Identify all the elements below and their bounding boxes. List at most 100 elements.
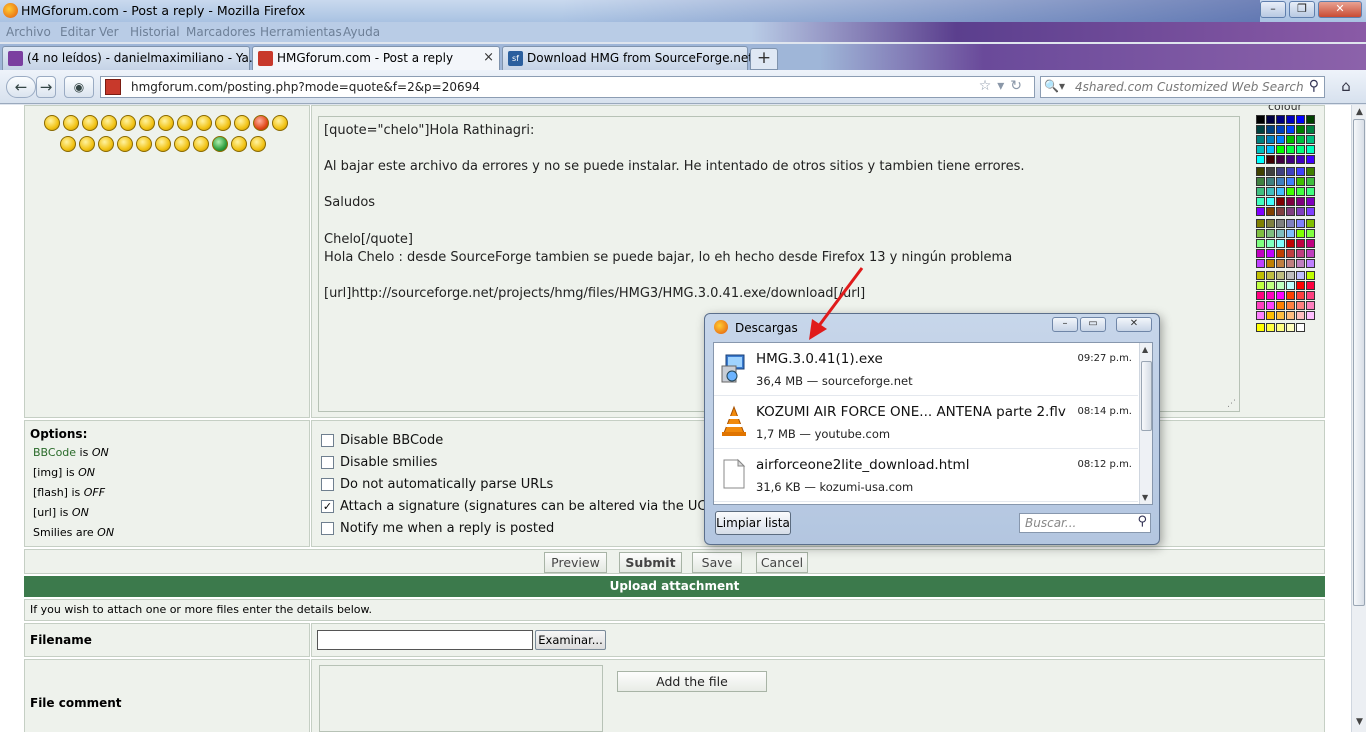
colour-swatch[interactable]	[1266, 249, 1275, 258]
colour-swatch[interactable]	[1276, 155, 1285, 164]
angry-smiley-icon[interactable]	[253, 115, 269, 131]
colour-swatch[interactable]	[1256, 167, 1265, 176]
colour-swatch[interactable]	[1306, 207, 1315, 216]
colour-swatch[interactable]	[1256, 187, 1265, 196]
colour-swatch[interactable]	[1276, 271, 1285, 280]
colour-swatch[interactable]	[1296, 187, 1305, 196]
colour-swatch[interactable]	[1296, 311, 1305, 320]
browse-button[interactable]: Examinar...	[535, 630, 606, 650]
colour-swatch[interactable]	[1266, 187, 1275, 196]
smiley-icon[interactable]	[63, 115, 79, 131]
colour-swatch[interactable]	[1276, 177, 1285, 186]
colour-swatch[interactable]	[1266, 145, 1275, 154]
colour-swatch[interactable]	[1286, 259, 1295, 268]
colour-swatch[interactable]	[1266, 167, 1275, 176]
bookmark-star-icon[interactable]: ☆▾↻	[979, 78, 1028, 94]
colour-swatch[interactable]	[1276, 323, 1285, 332]
colour-swatch[interactable]	[1266, 301, 1275, 310]
colour-swatch[interactable]	[1286, 187, 1295, 196]
green-smiley-icon[interactable]	[212, 136, 228, 152]
downloads-search-input[interactable]: Buscar... ⚲	[1019, 513, 1151, 533]
colour-swatch[interactable]	[1266, 323, 1275, 332]
submit-button[interactable]: Submit	[619, 552, 682, 573]
colour-swatch[interactable]	[1306, 259, 1315, 268]
download-item[interactable]: HMG.3.0.41(1).exe 36,4 MB — sourceforge.…	[714, 343, 1138, 396]
smiley-icon[interactable]	[215, 115, 231, 131]
colour-swatch[interactable]	[1306, 311, 1315, 320]
arrow-smiley-icon[interactable]	[174, 136, 190, 152]
colour-swatch[interactable]	[1296, 177, 1305, 186]
colour-swatch[interactable]	[1286, 167, 1295, 176]
smiley-icon[interactable]	[158, 115, 174, 131]
colour-swatch[interactable]	[1296, 155, 1305, 164]
smiley-icon[interactable]	[250, 136, 266, 152]
menu-ver[interactable]: Ver	[99, 25, 119, 39]
downloads-maximize-button[interactable]: ▭	[1080, 317, 1106, 332]
search-go-icon[interactable]: ⚲	[1309, 78, 1319, 94]
forward-button[interactable]: →	[36, 76, 56, 98]
download-item[interactable]: airforceone2lite_download.html 31,6 KB —…	[714, 449, 1138, 502]
colour-swatch[interactable]	[1256, 145, 1265, 154]
colour-swatch[interactable]	[1256, 239, 1265, 248]
file-comment-textarea[interactable]	[319, 665, 603, 732]
colour-swatch[interactable]	[1276, 197, 1285, 206]
colour-swatch[interactable]	[1266, 177, 1275, 186]
colour-swatch[interactable]	[1266, 219, 1275, 228]
colour-swatch[interactable]	[1296, 291, 1305, 300]
colour-swatch[interactable]	[1286, 291, 1295, 300]
smiley-icon[interactable]	[177, 115, 193, 131]
colour-swatch[interactable]	[1256, 197, 1265, 206]
new-tab-button[interactable]: +	[750, 48, 778, 70]
save-button[interactable]: Save	[692, 552, 742, 573]
colour-swatch[interactable]	[1306, 125, 1315, 134]
colour-swatch[interactable]	[1296, 197, 1305, 206]
downloads-list[interactable]: HMG.3.0.41(1).exe 36,4 MB — sourceforge.…	[713, 342, 1153, 505]
colour-swatch[interactable]	[1256, 291, 1265, 300]
colour-swatch[interactable]	[1286, 323, 1295, 332]
smiley-icon[interactable]	[231, 136, 247, 152]
colour-swatch[interactable]	[1286, 311, 1295, 320]
colour-swatch[interactable]	[1306, 291, 1315, 300]
menu-marcadores[interactable]: Marcadores	[186, 25, 256, 39]
menu-archivo[interactable]: Archivo	[6, 25, 51, 39]
url-bar[interactable]: hmgforum.com/posting.php?mode=quote&f=2&…	[100, 76, 1035, 98]
colour-swatch[interactable]	[1256, 207, 1265, 216]
colour-swatch[interactable]	[1276, 291, 1285, 300]
colour-swatch[interactable]	[1266, 259, 1275, 268]
colour-swatch[interactable]	[1266, 125, 1275, 134]
scroll-down-icon[interactable]: ▼	[1142, 493, 1148, 502]
colour-swatch[interactable]	[1286, 145, 1295, 154]
colour-swatch[interactable]	[1296, 219, 1305, 228]
tab-close-icon[interactable]: ×	[483, 50, 494, 65]
colour-swatch[interactable]	[1306, 145, 1315, 154]
colour-swatch[interactable]	[1266, 311, 1275, 320]
colour-swatch[interactable]	[1266, 115, 1275, 124]
colour-swatch[interactable]	[1306, 135, 1315, 144]
page-scrollbar[interactable]: ▲ ▼	[1351, 105, 1366, 732]
colour-swatch[interactable]	[1266, 135, 1275, 144]
colour-swatch[interactable]	[1286, 197, 1295, 206]
colour-swatch[interactable]	[1266, 207, 1275, 216]
exclaim-icon[interactable]	[117, 136, 133, 152]
colour-swatch[interactable]	[1296, 135, 1305, 144]
downloads-close-button[interactable]: ✕	[1116, 317, 1152, 332]
home-icon[interactable]: ⌂	[1334, 76, 1358, 98]
colour-swatch[interactable]	[1256, 219, 1265, 228]
colour-swatch[interactable]	[1276, 219, 1285, 228]
resize-grip-icon[interactable]: ⋰	[1227, 399, 1236, 409]
colour-swatch[interactable]	[1306, 177, 1315, 186]
search-engine-icon[interactable]: 🔍▾	[1044, 79, 1066, 95]
colour-swatch[interactable]	[1256, 281, 1265, 290]
colour-swatch[interactable]	[1276, 115, 1285, 124]
colour-swatch[interactable]	[1276, 207, 1285, 216]
colour-swatch[interactable]	[1296, 125, 1305, 134]
colour-swatch[interactable]	[1306, 167, 1315, 176]
colour-swatch[interactable]	[1286, 281, 1295, 290]
colour-swatch[interactable]	[1306, 281, 1315, 290]
identity-button[interactable]: ◉	[64, 76, 94, 98]
colour-swatch[interactable]	[1286, 249, 1295, 258]
close-button[interactable]: ✕	[1318, 1, 1362, 18]
tab-sourceforge[interactable]: sf Download HMG from SourceForge.net	[502, 46, 753, 70]
colour-swatch[interactable]	[1266, 239, 1275, 248]
colour-swatch[interactable]	[1286, 229, 1295, 238]
